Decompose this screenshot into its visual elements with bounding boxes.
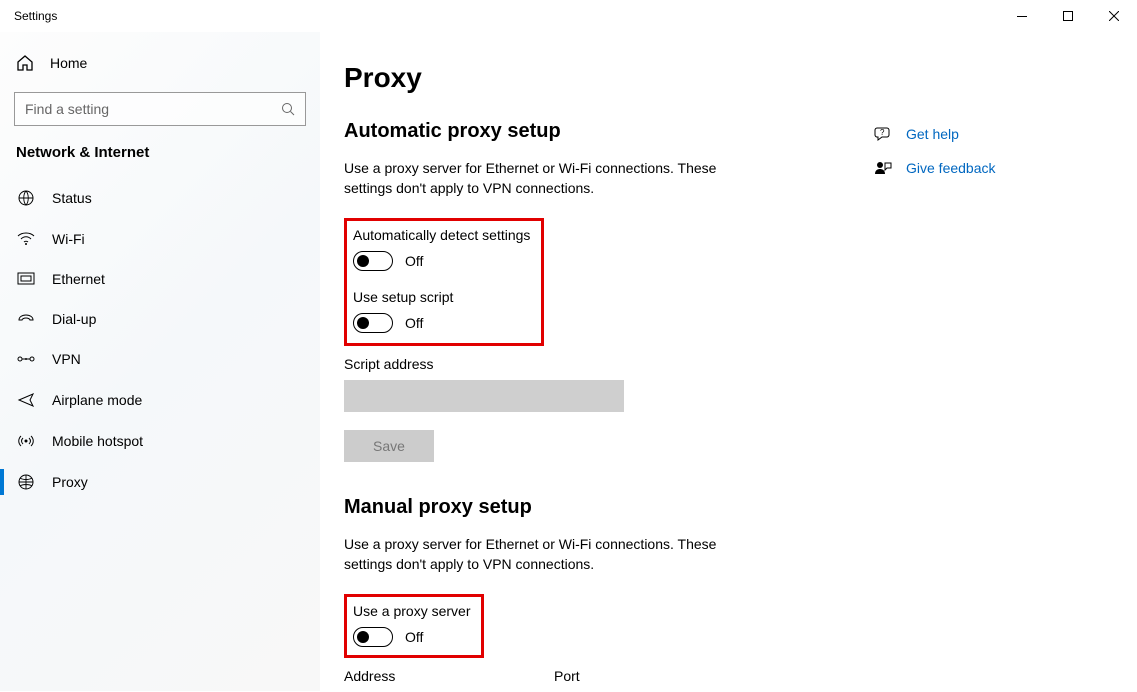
use-proxy-state: Off <box>405 629 423 645</box>
close-icon <box>1109 11 1119 21</box>
script-address-input[interactable] <box>344 380 624 412</box>
auto-heading: Automatic proxy setup <box>344 120 864 143</box>
airplane-icon <box>16 391 36 409</box>
use-proxy-toggle[interactable] <box>353 627 393 647</box>
auto-detect-state: Off <box>405 253 423 269</box>
close-button[interactable] <box>1091 0 1137 32</box>
manual-heading: Manual proxy setup <box>344 496 864 519</box>
window-controls <box>999 0 1137 32</box>
status-icon <box>16 189 36 207</box>
sidebar-item-wifi[interactable]: Wi-Fi <box>0 219 320 259</box>
sidebar-item-status[interactable]: Status <box>0 177 320 219</box>
content-aside: ? Get help Give feedback <box>864 62 996 691</box>
save-button[interactable]: Save <box>344 430 434 462</box>
page-title: Proxy <box>344 62 864 94</box>
sidebar-item-label: Wi-Fi <box>52 231 85 247</box>
hotspot-icon <box>16 433 36 449</box>
wifi-icon <box>16 232 36 246</box>
script-address-label: Script address <box>344 356 864 372</box>
sidebar-item-label: Airplane mode <box>52 392 142 408</box>
sidebar-item-label: Status <box>52 190 92 206</box>
sidebar-item-label: Proxy <box>52 474 88 490</box>
help-icon: ? <box>874 126 892 142</box>
give-feedback-label: Give feedback <box>906 160 996 176</box>
search-icon <box>281 102 295 116</box>
home-link[interactable]: Home <box>0 44 320 82</box>
home-label: Home <box>50 55 87 71</box>
sidebar-item-hotspot[interactable]: Mobile hotspot <box>0 421 320 461</box>
dialup-icon <box>16 312 36 326</box>
window-title: Settings <box>14 9 57 23</box>
sidebar-item-label: Mobile hotspot <box>52 433 143 449</box>
maximize-button[interactable] <box>1045 0 1091 32</box>
auto-detect-toggle[interactable] <box>353 251 393 271</box>
sidebar-item-dialup[interactable]: Dial-up <box>0 299 320 339</box>
auto-detect-label: Automatically detect settings <box>353 227 531 243</box>
setup-script-toggle[interactable] <box>353 313 393 333</box>
home-icon <box>16 54 34 72</box>
setup-script-label: Use setup script <box>353 289 531 305</box>
minimize-button[interactable] <box>999 0 1045 32</box>
proxy-icon <box>16 473 36 491</box>
search-placeholder: Find a setting <box>25 101 109 117</box>
search-input[interactable]: Find a setting <box>14 92 306 126</box>
content-main: Proxy Automatic proxy setup Use a proxy … <box>344 62 864 691</box>
sidebar: Home Find a setting Network & Internet S… <box>0 32 320 691</box>
get-help-link[interactable]: ? Get help <box>874 126 996 142</box>
setup-script-state: Off <box>405 315 423 331</box>
manual-desc: Use a proxy server for Ethernet or Wi-Fi… <box>344 535 764 574</box>
feedback-icon <box>874 160 892 176</box>
minimize-icon <box>1017 16 1027 17</box>
auto-desc: Use a proxy server for Ethernet or Wi-Fi… <box>344 159 764 198</box>
sidebar-item-airplane[interactable]: Airplane mode <box>0 379 320 421</box>
sidebar-item-label: Dial-up <box>52 311 96 327</box>
sidebar-item-vpn[interactable]: VPN <box>0 339 320 379</box>
sidebar-item-proxy[interactable]: Proxy <box>0 461 320 503</box>
get-help-label: Get help <box>906 126 959 142</box>
vpn-icon <box>16 352 36 366</box>
maximize-icon <box>1063 11 1073 21</box>
category-heading: Network & Internet <box>0 144 320 161</box>
title-bar: Settings <box>0 0 1137 32</box>
port-label: Port <box>554 668 580 684</box>
give-feedback-link[interactable]: Give feedback <box>874 160 996 176</box>
ethernet-icon <box>16 272 36 286</box>
highlight-auto: Automatically detect settings Off Use se… <box>344 218 544 346</box>
sidebar-item-label: VPN <box>52 351 81 367</box>
address-label: Address <box>344 668 514 684</box>
svg-text:?: ? <box>880 128 885 137</box>
sidebar-item-label: Ethernet <box>52 271 105 287</box>
sidebar-item-ethernet[interactable]: Ethernet <box>0 259 320 299</box>
highlight-manual: Use a proxy server Off <box>344 594 484 658</box>
use-proxy-label: Use a proxy server <box>353 603 471 619</box>
